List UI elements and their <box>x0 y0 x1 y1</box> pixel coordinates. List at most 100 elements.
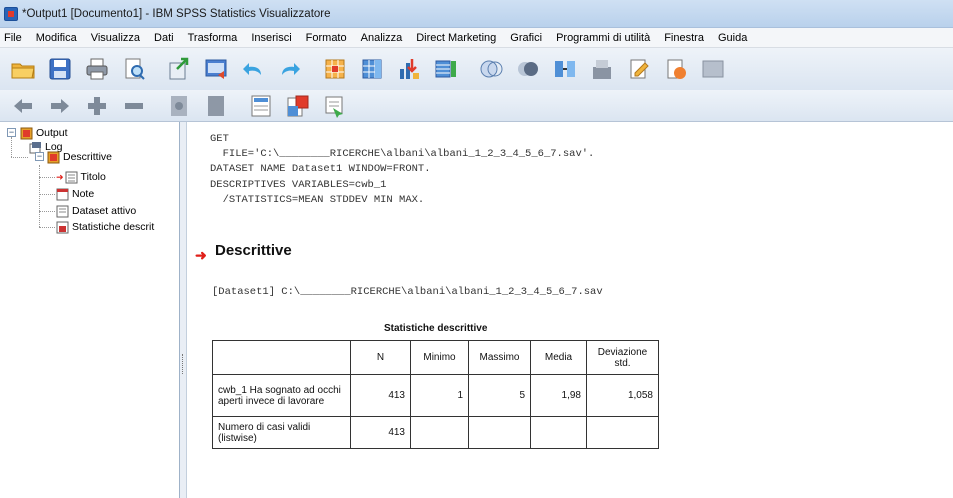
menu-file[interactable]: File <box>0 32 29 44</box>
table-row: Numero di casi validi (listwise) 413 <box>212 416 659 449</box>
table-cell <box>410 416 469 449</box>
section-arrow-icon: ➜ <box>195 247 207 263</box>
table-header-cell: Deviazione std. <box>586 340 659 375</box>
menu-programmi-utilita[interactable]: Programmi di utilità <box>549 32 657 44</box>
open-folder-icon[interactable] <box>6 53 40 85</box>
export-icon[interactable] <box>162 53 196 85</box>
section-title: Descrittive <box>215 242 292 259</box>
tree-label-titolo: Titolo <box>80 171 106 183</box>
select-cases-icon[interactable] <box>585 53 619 85</box>
menu-formato[interactable]: Formato <box>299 32 354 44</box>
table-cell <box>468 416 531 449</box>
insert-text-icon[interactable] <box>318 90 352 122</box>
table-cell: 413 <box>350 374 411 417</box>
spss-app-icon <box>4 6 18 21</box>
menu-finestra[interactable]: Finestra <box>657 32 711 44</box>
main-toolbar <box>0 48 953 90</box>
weight-cases-icon[interactable] <box>548 53 582 85</box>
variables-icon[interactable] <box>392 53 426 85</box>
dataset-icon <box>56 205 69 218</box>
splitter-grip[interactable] <box>182 354 185 374</box>
menu-bar: File Modifica Visualizza Dati Trasforma … <box>0 28 953 48</box>
promote-icon[interactable] <box>6 90 40 122</box>
menu-modifica[interactable]: Modifica <box>29 32 84 44</box>
value-labels-icon[interactable] <box>622 53 656 85</box>
goto-variable-icon[interactable] <box>355 53 389 85</box>
menu-visualizza[interactable]: Visualizza <box>84 32 147 44</box>
tree-label-note: Note <box>72 188 95 200</box>
tree-item-output[interactable]: Output <box>20 126 68 140</box>
output-navigator-pane: − Output Log − Descrittive ➜ Titolo Note… <box>0 122 180 498</box>
pane-splitter[interactable] <box>180 122 187 498</box>
table-header-cell: Massimo <box>468 340 531 375</box>
menu-dati[interactable]: Dati <box>147 32 181 44</box>
menu-analizza[interactable]: Analizza <box>354 32 410 44</box>
print-icon[interactable] <box>80 53 114 85</box>
table-header-cell <box>212 340 351 375</box>
descriptive-stats-table[interactable]: N Minimo Massimo Media Deviazione std. c… <box>212 340 659 449</box>
output-book-icon <box>20 127 33 140</box>
insert-heading-icon[interactable] <box>244 90 278 122</box>
menu-guida[interactable]: Guida <box>711 32 754 44</box>
book-icon <box>47 151 60 164</box>
expand-icon[interactable] <box>80 90 114 122</box>
menu-grafici[interactable]: Grafici <box>503 32 549 44</box>
use-sets-icon[interactable] <box>696 53 730 85</box>
tree-label-output: Output <box>36 127 68 139</box>
save-icon[interactable] <box>43 53 77 85</box>
table-icon <box>56 221 69 234</box>
tree-label-statistiche-descrittive: Statistiche descrit <box>72 221 155 233</box>
output-content-pane: GET FILE='C:\________RICERCHE\albani\alb… <box>188 122 953 498</box>
tree-item-descrittive[interactable]: Descrittive <box>47 150 112 164</box>
tree-collapse-output[interactable]: − <box>7 128 16 137</box>
table-cell: 5 <box>468 374 531 417</box>
syntax-log-text: GET FILE='C:\________RICERCHE\albani\alb… <box>210 133 595 206</box>
table-cell: 1 <box>410 374 469 417</box>
table-cell: 1,058 <box>586 374 659 417</box>
tree-label-descrittive: Descrittive <box>63 151 113 163</box>
menu-inserisci[interactable]: Inserisci <box>244 32 298 44</box>
hide-icon[interactable] <box>199 90 233 122</box>
print-preview-icon[interactable] <box>117 53 151 85</box>
tree-label-dataset-attivo: Dataset attivo <box>72 205 137 217</box>
spss-viewer-window: *Output1 [Documento1] - IBM SPSS Statist… <box>0 0 953 498</box>
table-title: Statistiche descrittive <box>384 323 488 334</box>
menu-trasforma[interactable]: Trasforma <box>181 32 245 44</box>
selected-arrow-icon: ➜ <box>56 171 64 182</box>
split-file-icon[interactable] <box>511 53 545 85</box>
note-icon <box>56 188 69 201</box>
table-cell <box>530 416 587 449</box>
show-icon[interactable] <box>162 90 196 122</box>
table-row: cwb_1 Ha sognato ad occhi aperti invece … <box>212 374 659 417</box>
designate-window-icon[interactable] <box>474 53 508 85</box>
tree-item-dataset-attivo[interactable]: Dataset attivo <box>56 204 136 218</box>
window-title: *Output1 [Documento1] - IBM SPSS Statist… <box>22 7 331 20</box>
title-icon <box>65 171 78 184</box>
tree-item-statistiche-descrittive[interactable]: Statistiche descrit <box>56 220 154 234</box>
table-header-row: N Minimo Massimo Media Deviazione std. <box>212 340 659 375</box>
tree-collapse-descrittive[interactable]: − <box>35 152 44 161</box>
demote-icon[interactable] <box>43 90 77 122</box>
tree-item-note[interactable]: Note <box>56 187 94 201</box>
redo-icon[interactable] <box>273 53 307 85</box>
table-row-label: cwb_1 Ha sognato ad occhi aperti invece … <box>212 374 351 417</box>
table-header-cell: N <box>350 340 411 375</box>
goto-case-icon[interactable] <box>318 53 352 85</box>
table-cell <box>586 416 659 449</box>
outline-toolbar <box>0 90 953 122</box>
table-header-cell: Minimo <box>410 340 469 375</box>
collapse-icon[interactable] <box>117 90 151 122</box>
table-cell: 1,98 <box>530 374 587 417</box>
table-cell: 413 <box>350 416 411 449</box>
table-header-cell: Media <box>530 340 587 375</box>
dataset-line: [Dataset1] C:\________RICERCHE\albani\al… <box>212 286 603 298</box>
tree-item-titolo[interactable]: ➜ Titolo <box>56 170 106 184</box>
scripting-icon[interactable] <box>659 53 693 85</box>
insert-title-icon[interactable] <box>281 90 315 122</box>
goto-data-icon[interactable] <box>199 53 233 85</box>
insert-output-icon[interactable] <box>429 53 463 85</box>
title-bar: *Output1 [Documento1] - IBM SPSS Statist… <box>0 0 953 28</box>
undo-icon[interactable] <box>236 53 270 85</box>
menu-direct-marketing[interactable]: Direct Marketing <box>409 32 503 44</box>
table-row-label: Numero di casi validi (listwise) <box>212 416 351 449</box>
